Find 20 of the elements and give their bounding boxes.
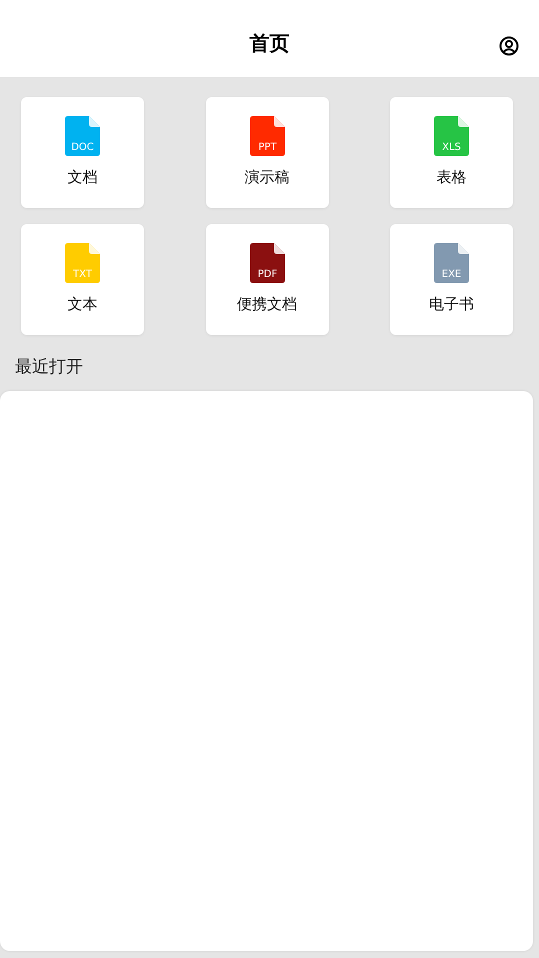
file-icon: TXT — [65, 243, 100, 283]
tile-label: 文本 — [68, 294, 98, 315]
file-icon: XLS — [434, 116, 469, 156]
file-type-tile[interactable]: DOC 文档 — [21, 97, 144, 208]
tile-label: 电子书 — [429, 294, 474, 315]
file-icon: PDF — [250, 243, 284, 283]
tile-label: 演示稿 — [244, 167, 290, 188]
file-icon: DOC — [65, 116, 100, 156]
file-icon: PPT — [250, 116, 284, 156]
file-type-tile[interactable]: XLS 表格 — [390, 97, 513, 208]
tile-label: 表格 — [436, 167, 466, 188]
tile-label: 文档 — [68, 167, 98, 188]
page-title: 首页 — [250, 30, 290, 56]
file-type-tile[interactable]: PPT 演示稿 — [206, 97, 328, 208]
file-type-tile[interactable]: TXT 文本 — [21, 224, 144, 335]
file-type-tile[interactable]: EXE 电子书 — [390, 224, 513, 335]
tile-label: 便携文档 — [237, 294, 297, 315]
file-type-tile[interactable]: PDF 便携文档 — [206, 224, 328, 335]
section-title: 最近打开 — [14, 356, 84, 379]
file-icon: EXE — [434, 243, 469, 283]
